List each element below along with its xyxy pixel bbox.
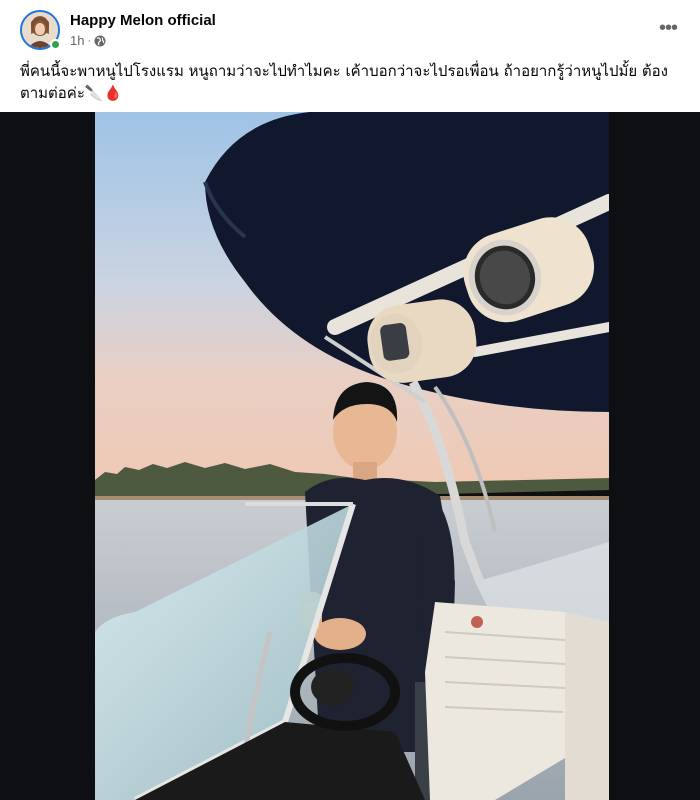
post-header: Happy Melon official 1h · ••• <box>0 0 700 56</box>
facebook-post: Happy Melon official 1h · ••• พี่คนนี้จะ… <box>0 0 700 800</box>
post-time[interactable]: 1h <box>70 33 84 48</box>
online-status-dot <box>50 39 61 50</box>
post-meta: 1h · <box>70 33 106 48</box>
post-caption: พี่คนนี้จะพาหนูไปโรงแรม หนูถามว่าจะไปทำไ… <box>20 62 669 102</box>
meta-separator: · <box>87 34 92 47</box>
more-options-icon[interactable]: ••• <box>656 16 680 40</box>
post-photo[interactable] <box>95 112 609 800</box>
globe-icon[interactable] <box>94 35 106 47</box>
author-name[interactable]: Happy Melon official <box>70 12 216 29</box>
avatar[interactable] <box>20 10 61 50</box>
post-media[interactable] <box>0 112 700 800</box>
